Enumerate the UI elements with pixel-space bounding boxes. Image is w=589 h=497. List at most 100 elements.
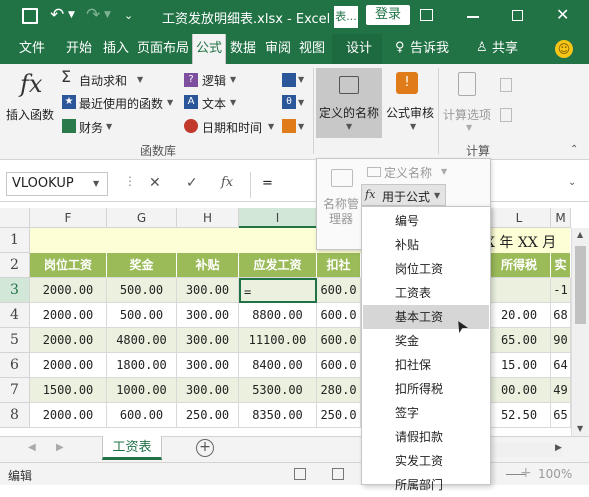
data-cell[interactable]: 600.00 [107,403,177,428]
header-cell[interactable]: 所得税 [488,253,551,278]
data-cell[interactable]: 300.00 [177,303,239,328]
zoom-in-icon[interactable]: + [520,465,532,481]
datetime-dropdown-icon[interactable]: ▼ [268,122,274,131]
data-cell[interactable]: 49 [551,378,571,403]
scroll-down-icon[interactable]: ▼ [577,424,583,433]
name-box-dropdown-icon[interactable]: ▼ [93,179,99,188]
data-cell[interactable]: 2000.00 [30,303,107,328]
data-cell[interactable]: 2000.00 [30,403,107,428]
prev-sheet-icon[interactable]: ◀ [28,442,36,453]
vertical-scrollbar[interactable]: ▲ ▼ [571,228,589,436]
tab-home[interactable]: 开始 [66,34,92,64]
defined-name-item[interactable]: 补贴 [363,233,489,257]
finance-button[interactable]: 财务 [79,119,103,136]
data-cell[interactable]: 300.00 [177,328,239,353]
math-icon[interactable]: θ [282,95,296,109]
logic-dropdown-icon[interactable]: ▼ [230,75,236,84]
row-header[interactable]: 7 [0,378,30,403]
column-header[interactable]: M [551,208,571,228]
more-dots-icon[interactable]: ⋮ [124,174,136,188]
data-cell[interactable]: 280.0 [317,378,361,403]
data-cell[interactable]: 600.0 [317,303,361,328]
insert-function-button[interactable]: 插入函数 [6,106,54,123]
text-dropdown-icon[interactable]: ▼ [230,98,236,107]
close-icon[interactable]: ✕ [556,5,569,24]
row-header[interactable]: 2 [0,253,30,278]
save-icon[interactable] [22,8,38,24]
row-header[interactable]: 4 [0,303,30,328]
header-cell[interactable]: 实 [551,253,571,278]
column-header[interactable]: F [30,208,107,228]
data-cell[interactable]: 65 [551,403,571,428]
data-cell[interactable]: 250.00 [177,403,239,428]
scroll-thumb[interactable] [575,246,586,324]
data-cell[interactable]: 2000.00 [30,278,107,303]
logic-button[interactable]: 逻辑 [202,72,226,89]
data-cell[interactable]: 500.00 [107,278,177,303]
data-cell[interactable]: 8400.00 [239,353,317,378]
calc-sheet-icon[interactable] [500,108,512,122]
datetime-button[interactable]: 日期和时间 [202,119,262,136]
ribbon-display-icon[interactable] [420,9,433,21]
minimize-icon[interactable] [467,16,479,18]
tab-insert[interactable]: 插入 [103,34,129,64]
row-header[interactable]: 6 [0,353,30,378]
login-button[interactable]: 登录 [366,5,410,25]
header-cell[interactable]: 应发工资 [239,253,317,278]
name-box[interactable]: VLOOKUP ▼ [6,172,108,196]
calc-now-icon[interactable] [500,78,512,92]
recent-functions-button[interactable]: 最近使用的函数 [79,95,163,112]
text-button[interactable]: 文本 [202,95,226,112]
define-name-button[interactable]: 定义名称 [384,164,432,181]
data-cell[interactable]: 600.0 [317,278,361,303]
tab-formulas[interactable]: 公式 [192,34,227,64]
data-cell[interactable]: 1500.00 [30,378,107,403]
row-header[interactable]: 5 [0,328,30,353]
data-cell[interactable]: 00.00 [488,378,551,403]
defined-name-item[interactable]: 所属部门 [363,473,489,497]
data-cell[interactable]: 8800.00 [239,303,317,328]
tab-review[interactable]: 审阅 [265,34,291,64]
data-cell[interactable]: 600.0 [317,328,361,353]
column-header[interactable]: G [107,208,177,228]
data-cell[interactable]: 11100.00 [239,328,317,353]
worksheet-grid[interactable]: FGHIJKLM 12345678 岗位工资奖金补贴应发工资扣社所得税实2000… [0,208,589,438]
calc-options-button[interactable]: 计算选项 [443,106,491,123]
data-cell[interactable]: 64 [551,353,571,378]
defined-name-item[interactable]: 签字 [363,401,489,425]
data-cell[interactable]: 65.00 [488,328,551,353]
data-cell[interactable]: 15.00 [488,353,551,378]
header-cell[interactable]: 奖金 [107,253,177,278]
data-cell[interactable]: 1000.00 [107,378,177,403]
use-in-formula-button[interactable]: fx 用于公式 ▼ [361,184,446,206]
scroll-up-icon[interactable]: ▲ [577,230,583,239]
lookup-icon[interactable] [282,73,296,87]
tab-page-layout[interactable]: 页面布局 [137,34,189,64]
calc-dropdown-icon[interactable]: ▼ [466,123,472,132]
header-cell[interactable]: 扣社 [317,253,361,278]
autosum-dropdown-icon[interactable]: ▼ [137,75,143,84]
smiley-icon[interactable]: ☺ [555,40,573,58]
tab-view[interactable]: 视图 [299,34,325,64]
page-layout-view-icon[interactable] [332,468,344,480]
autosum-button[interactable]: 自动求和 [79,72,127,89]
data-cell[interactable]: 300.00 [177,278,239,303]
data-cell[interactable]: 600.0 [317,353,361,378]
data-cell[interactable]: 250.0 [317,403,361,428]
defined-name-item[interactable]: 编号 [363,209,489,233]
data-cell[interactable]: 5300.00 [239,378,317,403]
define-name-dropdown-icon[interactable]: ▼ [441,167,447,176]
data-cell[interactable]: 90 [551,328,571,353]
defined-names-button[interactable]: 定义的名称 ▼ [316,68,382,138]
name-manager-button[interactable]: 名称管理器 [322,197,360,227]
row-header[interactable]: 1 [0,228,30,253]
expand-formula-icon[interactable]: ⌄ [568,177,576,188]
next-sheet-icon[interactable]: ▶ [56,442,64,453]
undo-dropdown-icon[interactable]: ▼ [68,10,75,20]
data-cell[interactable]: 8350.00 [239,403,317,428]
data-cell[interactable]: 2000.00 [30,328,107,353]
add-sheet-icon[interactable]: + [196,439,214,457]
formula-input[interactable]: = [262,176,273,191]
formula-audit-button[interactable]: 公式审核 [386,104,434,121]
tell-me-box[interactable]: 告诉我 [410,34,449,64]
